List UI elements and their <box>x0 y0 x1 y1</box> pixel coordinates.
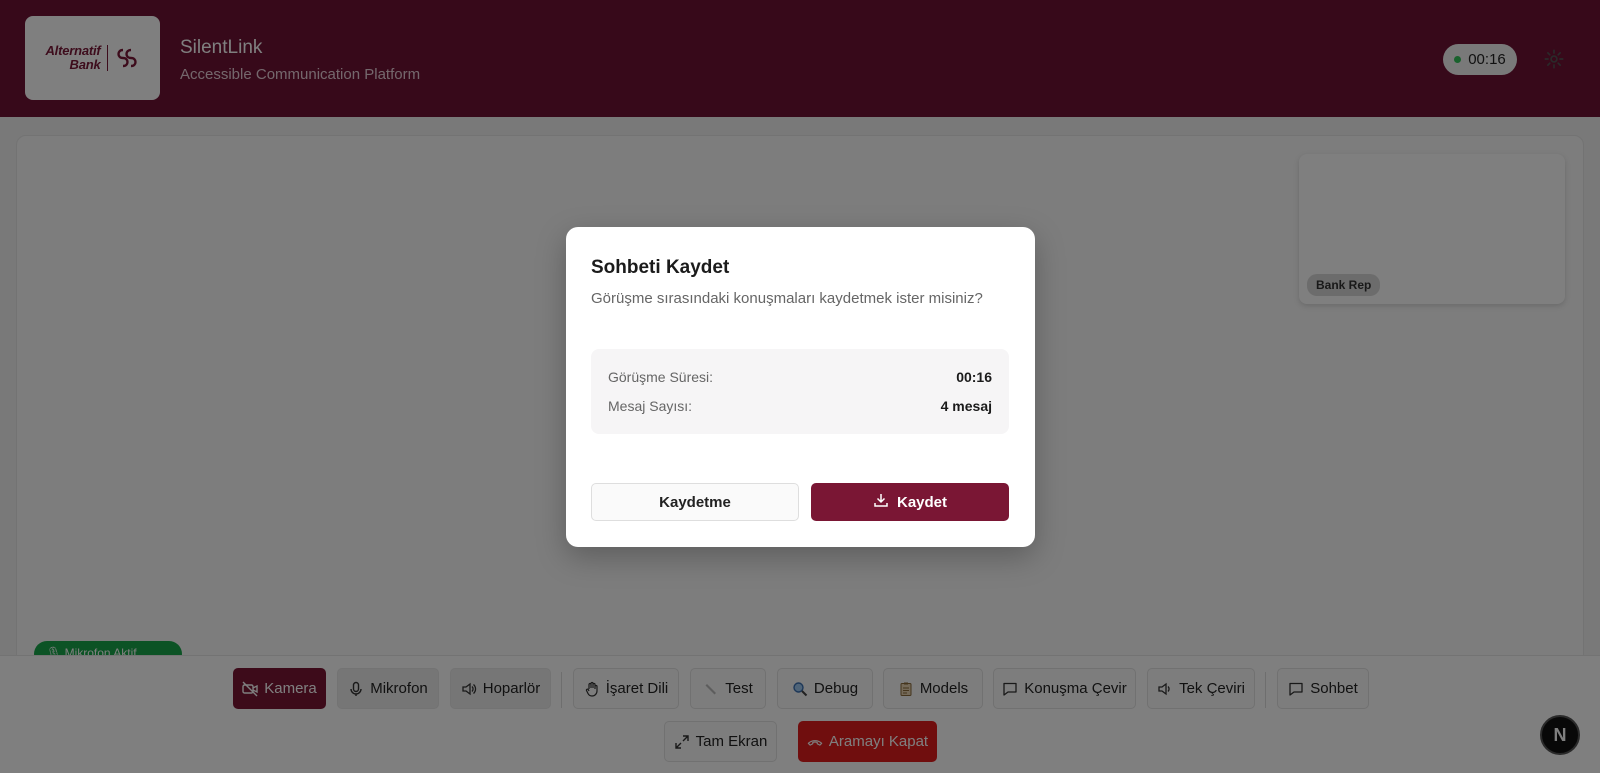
save-chat-dialog: Sohbeti Kaydet Görüşme sırasındaki konuş… <box>566 227 1035 547</box>
download-icon <box>873 492 889 512</box>
call-summary-box: Görüşme Süresi: 00:16 Mesaj Sayısı: 4 me… <box>591 349 1009 434</box>
dialog-subtitle: Görüşme sırasındaki konuşmaları kaydetme… <box>591 290 983 307</box>
message-count-row: Mesaj Sayısı: 4 mesaj <box>608 398 992 414</box>
call-duration-row: Görüşme Süresi: 00:16 <box>608 369 992 385</box>
dont-save-button[interactable]: Kaydetme <box>591 483 799 521</box>
save-button[interactable]: Kaydet <box>811 483 1009 521</box>
dialog-title: Sohbeti Kaydet <box>591 257 730 278</box>
message-count-value: 4 mesaj <box>940 398 992 414</box>
call-duration-value: 00:16 <box>956 369 992 385</box>
